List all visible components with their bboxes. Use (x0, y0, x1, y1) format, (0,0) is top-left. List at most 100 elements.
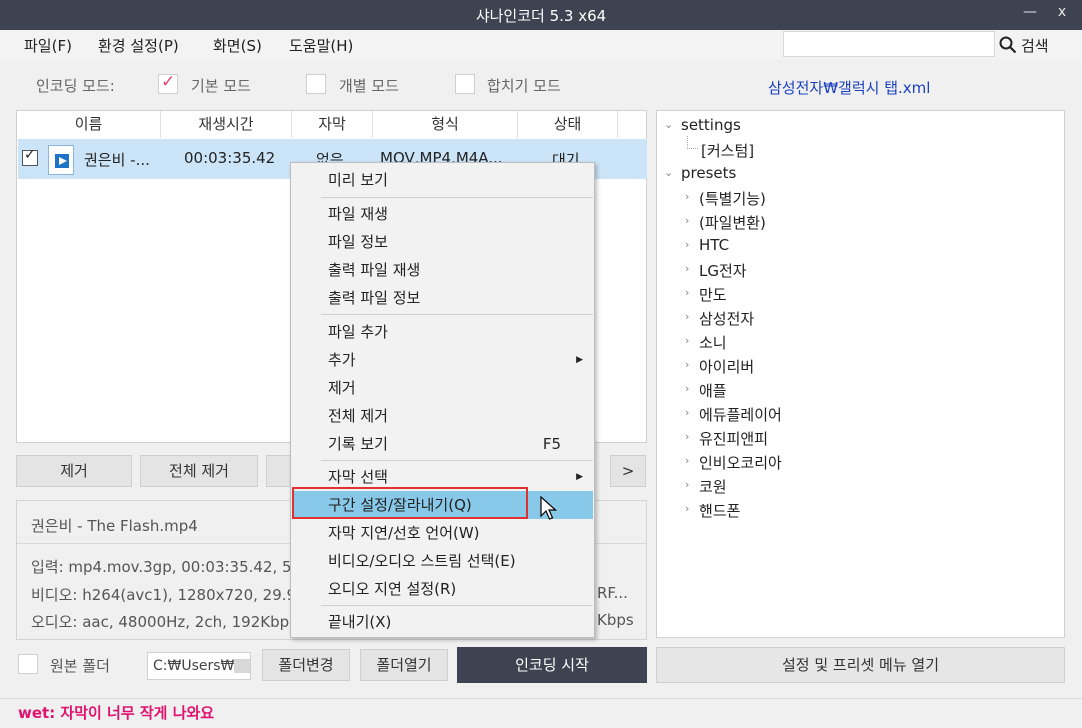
column-header-status[interactable]: 상태 (518, 111, 618, 138)
menu-view[interactable]: 화면(S) (213, 35, 262, 56)
preset-file-name: 삼성전자₩갤럭시 탭.xml (768, 79, 931, 97)
expand-icon[interactable]: › (685, 310, 689, 323)
remove-all-button[interactable]: 전체 제거 (140, 455, 258, 487)
expand-icon[interactable]: › (685, 358, 689, 371)
menu-item-label: 미리 보기 (328, 171, 388, 189)
tree-node-preset[interactable]: 인비오코리아 (699, 452, 782, 473)
info-filename: 권은비 - The Flash.mp4 (31, 517, 198, 535)
tree-node-preset[interactable]: 유진피앤피 (699, 428, 768, 449)
change-folder-button[interactable]: 폴더변경 (262, 649, 350, 681)
tree-node-preset[interactable]: LG전자 (699, 260, 747, 281)
expand-icon[interactable]: ⌄ (664, 118, 673, 131)
menu-item-label: 자막 선택 (328, 468, 388, 486)
expand-icon[interactable]: › (685, 262, 689, 275)
submenu-arrow-icon: ▶ (576, 355, 583, 365)
expand-icon[interactable]: › (685, 286, 689, 299)
menu-item-label: 오디오 지연 설정(R) (328, 580, 457, 598)
title-bar: 샤나인코더 5.3 x64 — x (0, 0, 1082, 30)
next-button[interactable]: > (610, 455, 646, 487)
menu-item-remove-all[interactable]: 전체 제거 (292, 402, 593, 430)
column-header-subtitle[interactable]: 자막 (292, 111, 373, 138)
tree-node-preset[interactable]: 핸드폰 (699, 500, 740, 521)
settings-preset-menu-button[interactable]: 설정 및 프리셋 메뉴 열기 (656, 647, 1065, 683)
tree-node-preset[interactable]: 소니 (699, 332, 727, 353)
expand-icon[interactable]: › (685, 406, 689, 419)
merge-mode-label: 합치기 모드 (487, 77, 561, 95)
menu-item-info[interactable]: 파일 정보 (292, 228, 593, 256)
menu-item-play[interactable]: 파일 재생 (292, 200, 593, 228)
menu-settings[interactable]: 환경 설정(P) (98, 35, 179, 56)
menu-item-label: 파일 추가 (328, 323, 388, 341)
close-button[interactable]: x (1050, 4, 1074, 20)
info-audio: 오디오: aac, 48000Hz, 2ch, 192Kbp (31, 613, 290, 631)
tree-node-preset[interactable]: 에듀플레이어 (699, 404, 782, 425)
menu-separator (321, 197, 593, 198)
menu-item-stream-select[interactable]: 비디오/오디오 스트림 선택(E) (292, 547, 593, 575)
tree-node-preset[interactable]: 만도 (699, 284, 727, 305)
menu-item-label: 추가 (328, 351, 356, 369)
menu-item-label: 끝내기(X) (328, 613, 392, 631)
highlight-box (292, 487, 528, 519)
basic-mode-checkbox[interactable] (158, 72, 178, 94)
open-folder-button[interactable]: 폴더열기 (360, 649, 448, 681)
menu-file[interactable]: 파일(F) (24, 35, 72, 56)
encoding-mode-label: 인코딩 모드: (36, 77, 115, 95)
info-audio-tail: Kbps (597, 611, 634, 629)
expand-icon[interactable]: › (685, 478, 689, 491)
remove-button[interactable]: 제거 (16, 455, 132, 487)
menu-item-history[interactable]: 기록 보기 F5 (292, 430, 593, 458)
menu-item-add[interactable]: 추가 ▶ (292, 346, 593, 374)
tree-node-preset[interactable]: 삼성전자 (699, 308, 754, 329)
menu-help[interactable]: 도움말(H) (289, 35, 353, 56)
start-encoding-button[interactable]: 인코딩 시작 (457, 647, 647, 683)
tree-node-preset[interactable]: (파일변환) (699, 212, 766, 233)
expand-icon[interactable]: › (685, 502, 689, 515)
individual-mode-checkbox[interactable] (306, 74, 326, 94)
expand-icon[interactable]: › (685, 382, 689, 395)
expand-icon[interactable]: › (685, 334, 689, 347)
column-header-duration[interactable]: 재생시간 (161, 111, 292, 138)
expand-icon[interactable]: › (685, 214, 689, 227)
tree-node-presets[interactable]: presets (681, 164, 736, 182)
expand-icon[interactable]: › (685, 454, 689, 467)
expand-icon[interactable]: › (685, 430, 689, 443)
menu-item-output-info[interactable]: 출력 파일 정보 (292, 284, 593, 312)
menu-item-subtitle-delay[interactable]: 자막 지연/선호 언어(W) (292, 519, 593, 547)
column-header-format[interactable]: 형식 (373, 111, 518, 138)
tree-node-preset[interactable]: 아이리버 (699, 356, 754, 377)
menu-item-label: 전체 제거 (328, 407, 388, 425)
tree-node-preset[interactable]: 코원 (699, 476, 727, 497)
minimize-button[interactable]: — (1018, 4, 1042, 20)
expand-icon[interactable]: › (685, 238, 689, 251)
tree-node-settings[interactable]: settings (681, 116, 741, 134)
row-checkbox[interactable] (22, 147, 38, 166)
search-button[interactable]: 검색 (999, 33, 1049, 57)
menu-item-exit[interactable]: 끝내기(X) (292, 608, 593, 636)
tree-node-preset[interactable]: (특별기능) (699, 188, 766, 209)
tree-node-preset[interactable]: 애플 (699, 380, 727, 401)
menu-item-add-file[interactable]: 파일 추가 (292, 318, 593, 346)
output-path-field[interactable]: C:₩Users₩ (147, 652, 251, 680)
expand-icon[interactable]: › (685, 190, 689, 203)
menu-item-remove[interactable]: 제거 (292, 374, 593, 402)
column-header-name[interactable]: 이름 (17, 111, 161, 138)
menu-item-label: 출력 파일 재생 (328, 261, 421, 279)
menu-item-label: 파일 정보 (328, 233, 388, 251)
expand-icon[interactable]: ⌄ (664, 166, 673, 179)
menu-item-audio-delay[interactable]: 오디오 지연 설정(R) (292, 575, 593, 603)
search-input[interactable] (783, 31, 995, 57)
menu-item-preview[interactable]: 미리 보기 (292, 166, 593, 194)
preset-tree[interactable]: ⌄ settings [커스텀] ⌄ presets › (특별기능) › (파일변환… (656, 110, 1065, 638)
merge-mode-checkbox[interactable] (455, 74, 475, 94)
menu-separator (321, 460, 593, 461)
source-folder-label: 원본 폴더 (50, 657, 110, 675)
status-bar: wet: 자막이 너무 작게 나와요 (0, 698, 1082, 728)
basic-mode-label: 기본 모드 (191, 77, 251, 95)
search-icon (999, 36, 1017, 54)
menu-item-label: 파일 재생 (328, 205, 388, 223)
window-title: 샤나인코더 5.3 x64 (475, 7, 607, 25)
tree-node-preset[interactable]: HTC (699, 236, 729, 254)
menu-item-output-play[interactable]: 출력 파일 재생 (292, 256, 593, 284)
source-folder-checkbox[interactable] (18, 654, 38, 674)
tree-node-custom[interactable]: [커스텀] (701, 140, 754, 161)
